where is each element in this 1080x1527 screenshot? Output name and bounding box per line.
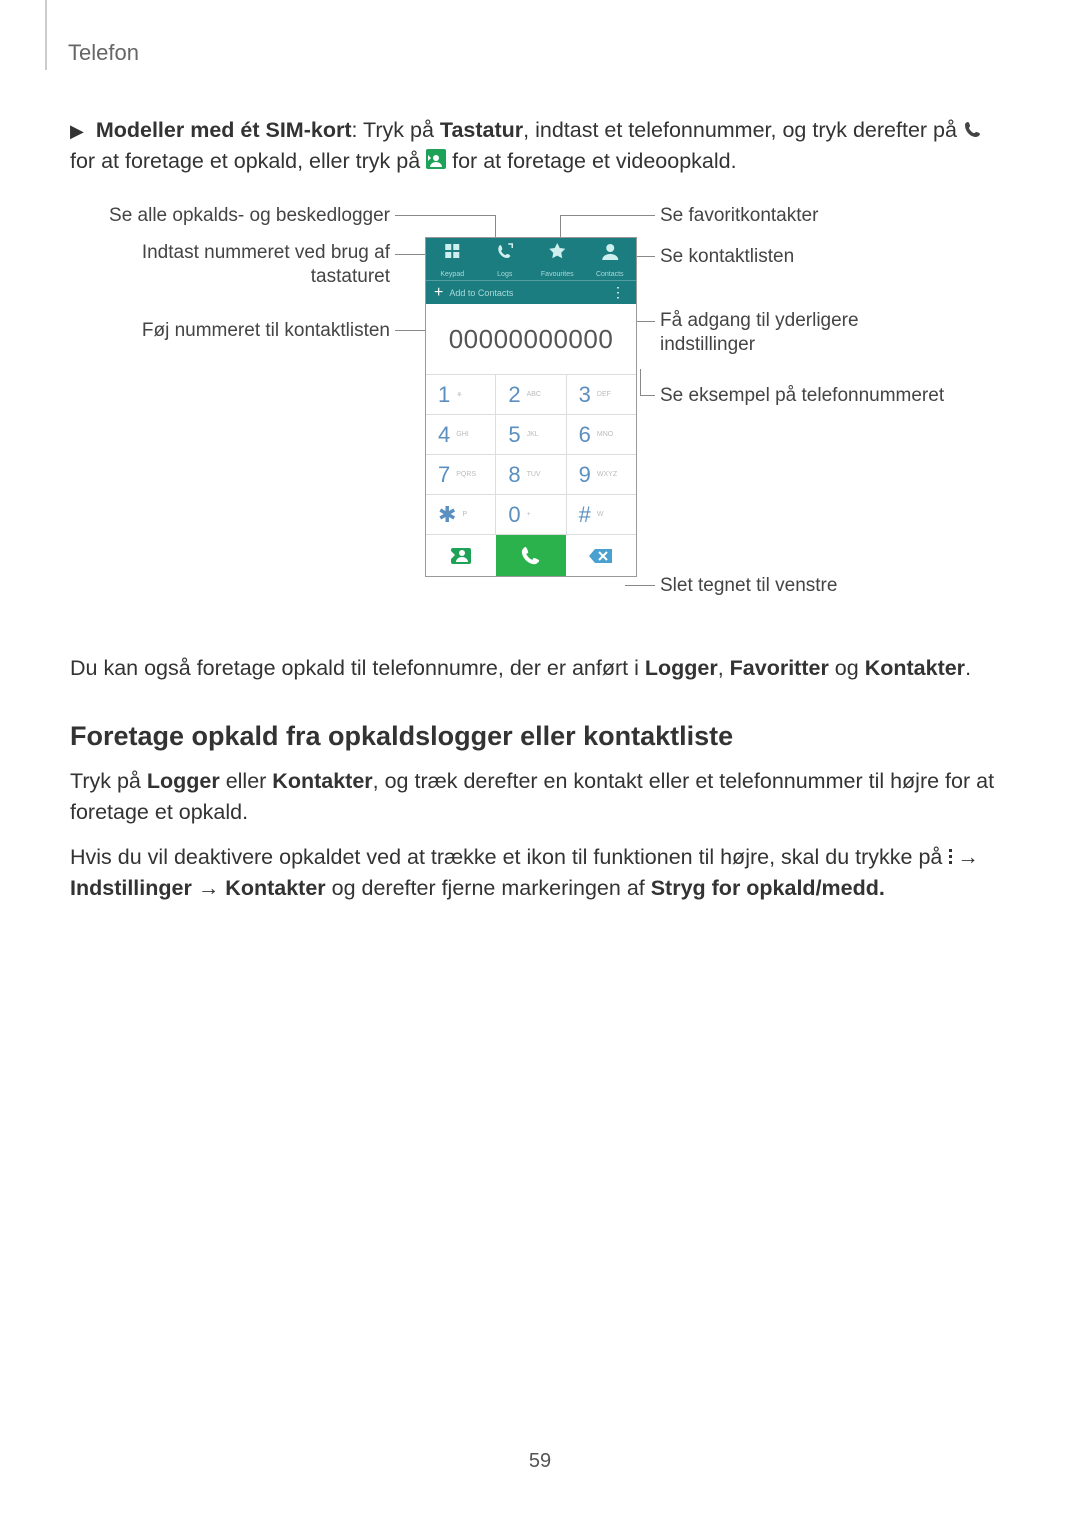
key-0[interactable]: 0+ [496, 495, 566, 534]
number-display: 00000000000 [426, 304, 636, 374]
below-figure-text: Du kan også foretage opkald til telefonn… [70, 653, 1010, 684]
phone-handset-icon [963, 118, 983, 138]
backspace-button[interactable] [566, 535, 636, 576]
annotated-screenshot: Se alle opkalds- og beskedlogger Indtast… [70, 199, 1010, 629]
key-6[interactable]: 6MNO [567, 415, 636, 454]
ann-line [640, 395, 655, 396]
content: Modeller med ét SIM-kort: Tryk på Tastat… [70, 115, 1010, 910]
section-header: Telefon [68, 40, 139, 66]
key-2[interactable]: 2ABC [496, 375, 566, 414]
tab-logs[interactable]: Logs [479, 238, 532, 280]
ann-right-1: Se favoritkontakter [660, 204, 818, 228]
call-button[interactable] [496, 535, 566, 576]
key-9[interactable]: 9WXYZ [567, 455, 636, 494]
ann-right-2: Se kontaktlisten [660, 245, 794, 269]
tab-favourites[interactable]: Favourites [531, 238, 584, 280]
intro-txt1: : Tryk på [351, 118, 439, 142]
more-icon[interactable]: ⋮ [611, 284, 626, 301]
page-number: 59 [0, 1450, 1080, 1473]
intro-line2b: for at foretage et videoopkald. [452, 149, 736, 173]
tab-label: Keypad [426, 271, 479, 278]
ann-right-5: Slet tegnet til venstre [660, 574, 837, 598]
video-call-button[interactable] [426, 535, 496, 576]
section-heading: Foretage opkald fra opkaldslogger eller … [70, 721, 1010, 752]
tab-label: Contacts [584, 271, 637, 278]
plus-icon: + [434, 285, 443, 301]
ann-line [395, 215, 495, 216]
key-4[interactable]: 4GHI [426, 415, 496, 454]
intro-line2a: for at foretage et opkald, eller tryk på [70, 149, 426, 173]
ann-right-4: Se eksempel på telefonnummeret [660, 384, 944, 408]
ann-line [560, 215, 655, 216]
key-hash[interactable]: #W [567, 495, 636, 534]
key-1[interactable]: 1⚘ [426, 375, 496, 414]
video-call-icon [426, 149, 446, 169]
key-7[interactable]: 7PQRS [426, 455, 496, 494]
phone-mock: Keypad Logs Favourites Contacts + Add to… [425, 237, 637, 577]
header-rule [45, 0, 47, 70]
tab-label: Logs [479, 271, 532, 278]
ann-left-2: Indtast nummeret ved brug af tastaturet [80, 241, 390, 289]
ann-line [625, 585, 655, 586]
ann-left-3: Føj nummeret til kontaktlisten [80, 319, 390, 343]
intro-tastatur: Tastatur [440, 118, 523, 142]
key-5[interactable]: 5JKL [496, 415, 566, 454]
phone-tabbar: Keypad Logs Favourites Contacts [426, 238, 636, 280]
kebab-icon [948, 848, 954, 866]
add-label: Add to Contacts [449, 288, 513, 298]
intro-bold: Modeller med ét SIM-kort [96, 118, 352, 142]
tab-contacts[interactable]: Contacts [584, 238, 637, 280]
ann-line [640, 369, 641, 396]
intro-txt2: , indtast et telefonnummer, og tryk dere… [523, 118, 963, 142]
ann-right-3: Få adgang til yderligere indstillinger [660, 309, 910, 357]
key-star[interactable]: ✱P [426, 495, 496, 534]
keypad: 1⚘ 2ABC 3DEF 4GHI 5JKL 6MNO 7PQRS 8TUV 9… [426, 374, 636, 576]
key-8[interactable]: 8TUV [496, 455, 566, 494]
ann-left-1: Se alle opkalds- og beskedlogger [80, 204, 390, 228]
intro-paragraph: Modeller med ét SIM-kort: Tryk på Tastat… [70, 115, 1010, 177]
add-to-contacts-row[interactable]: + Add to Contacts ⋮ [426, 280, 636, 304]
section2-p2: Hvis du vil deaktivere opkaldet ved at t… [70, 842, 1010, 904]
tab-label: Favourites [531, 271, 584, 278]
section2-p1: Tryk på Logger eller Kontakter, og træk … [70, 766, 1010, 828]
tab-keypad[interactable]: Keypad [426, 238, 479, 280]
key-3[interactable]: 3DEF [567, 375, 636, 414]
triangle-bullet-icon [70, 118, 90, 142]
